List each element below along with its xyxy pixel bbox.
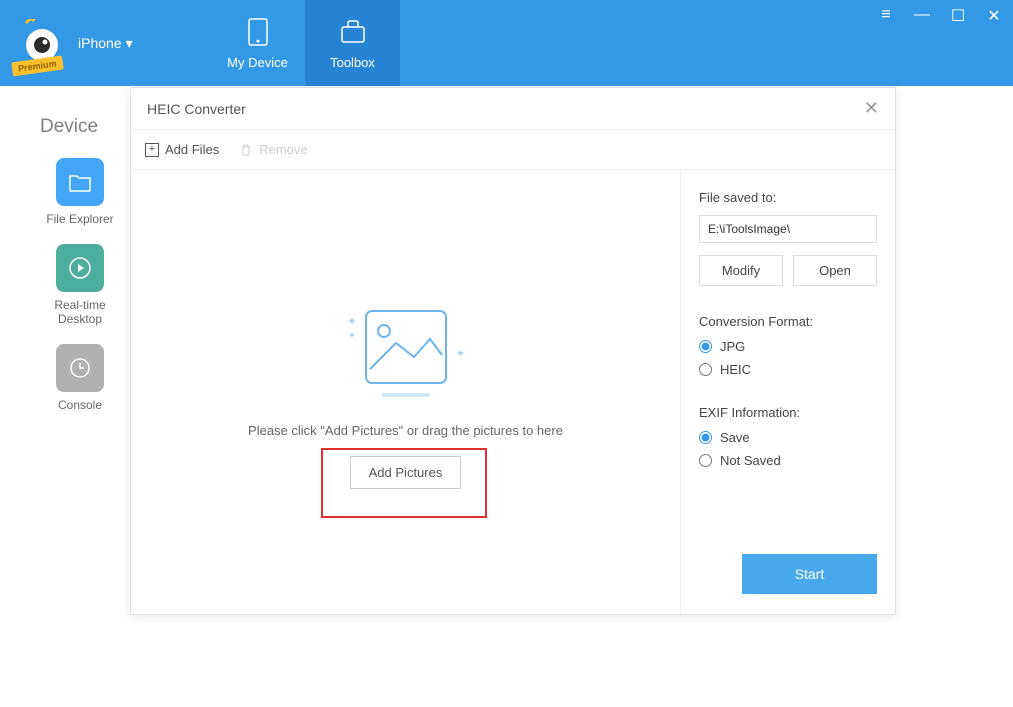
saved-to-label: File saved to:: [699, 190, 877, 205]
app-logo-icon: Premium: [18, 19, 66, 67]
exif-label: EXIF Information:: [699, 405, 877, 420]
tab-label: My Device: [227, 55, 288, 70]
dialog-toolbar: + Add Files Remove: [131, 130, 895, 170]
plus-icon: +: [145, 143, 159, 157]
menu-icon[interactable]: ≡: [877, 6, 895, 26]
remove-label: Remove: [259, 142, 307, 157]
radio-input[interactable]: [699, 454, 712, 467]
drop-hint-text: Please click "Add Pictures" or drag the …: [248, 423, 563, 438]
trash-icon: [239, 143, 253, 157]
maximize-icon[interactable]: ☐: [949, 6, 967, 26]
chevron-down-icon: ▾: [126, 35, 133, 52]
heic-converter-dialog: HEIC Converter ✕ + Add Files Remove: [130, 87, 896, 615]
save-location-section: File saved to: Modify Open: [699, 190, 877, 286]
add-files-button[interactable]: + Add Files: [145, 142, 219, 157]
exif-radio-save[interactable]: Save: [699, 430, 877, 445]
close-window-icon[interactable]: ✕: [985, 6, 1003, 26]
save-path-input[interactable]: [699, 215, 877, 243]
dialog-header: HEIC Converter ✕: [131, 88, 895, 130]
radio-label: JPG: [720, 339, 745, 354]
tab-toolbox[interactable]: Toolbox: [305, 0, 400, 86]
radio-label: Save: [720, 430, 750, 445]
modify-button[interactable]: Modify: [699, 255, 783, 286]
close-icon[interactable]: ✕: [864, 98, 879, 119]
open-button[interactable]: Open: [793, 255, 877, 286]
drop-zone[interactable]: Please click "Add Pictures" or drag the …: [131, 170, 680, 614]
format-radio-jpg[interactable]: JPG: [699, 339, 877, 354]
tool-console[interactable]: Console: [40, 344, 120, 412]
tool-label: File Explorer: [46, 212, 113, 226]
device-label: iPhone: [78, 35, 122, 51]
radio-input[interactable]: [699, 340, 712, 353]
tool-file-explorer[interactable]: File Explorer: [40, 158, 120, 226]
format-radio-heic[interactable]: HEIC: [699, 362, 877, 377]
window-controls: ≡ — ☐ ✕: [877, 6, 1003, 26]
start-button[interactable]: Start: [742, 554, 877, 594]
tablet-icon: [243, 17, 273, 47]
nav-tabs: My Device Toolbox: [210, 0, 400, 86]
dialog-title: HEIC Converter: [147, 101, 246, 117]
tool-label: Console: [58, 398, 102, 412]
logo-area: Premium iPhone ▾: [0, 0, 210, 86]
add-pictures-button[interactable]: Add Pictures: [350, 456, 462, 489]
radio-label: HEIC: [720, 362, 751, 377]
exif-radio-not-saved[interactable]: Not Saved: [699, 453, 877, 468]
radio-input[interactable]: [699, 431, 712, 444]
exif-section: EXIF Information: Save Not Saved: [699, 405, 877, 468]
format-section: Conversion Format: JPG HEIC: [699, 314, 877, 377]
play-icon: [56, 244, 104, 292]
tab-my-device[interactable]: My Device: [210, 0, 305, 86]
tool-realtime-desktop[interactable]: Real-time Desktop: [40, 244, 120, 326]
format-label: Conversion Format:: [699, 314, 877, 329]
remove-button: Remove: [239, 142, 307, 157]
radio-input[interactable]: [699, 363, 712, 376]
add-files-label: Add Files: [165, 142, 219, 157]
radio-label: Not Saved: [720, 453, 781, 468]
dialog-body: Please click "Add Pictures" or drag the …: [131, 170, 895, 614]
folder-icon: [56, 158, 104, 206]
picture-placeholder-icon: [336, 295, 476, 405]
tool-grid: File Explorer Real-time Desktop Console: [40, 158, 120, 412]
app-header: Premium iPhone ▾ My Device Toolbox ≡ — ☐…: [0, 0, 1013, 86]
minimize-icon[interactable]: —: [913, 6, 931, 26]
tool-label: Real-time Desktop: [40, 298, 120, 326]
toolbox-icon: [338, 17, 368, 47]
clock-icon: [56, 344, 104, 392]
tab-label: Toolbox: [330, 55, 375, 70]
device-selector[interactable]: iPhone ▾: [78, 35, 133, 52]
settings-panel: File saved to: Modify Open Conversion Fo…: [680, 170, 895, 614]
